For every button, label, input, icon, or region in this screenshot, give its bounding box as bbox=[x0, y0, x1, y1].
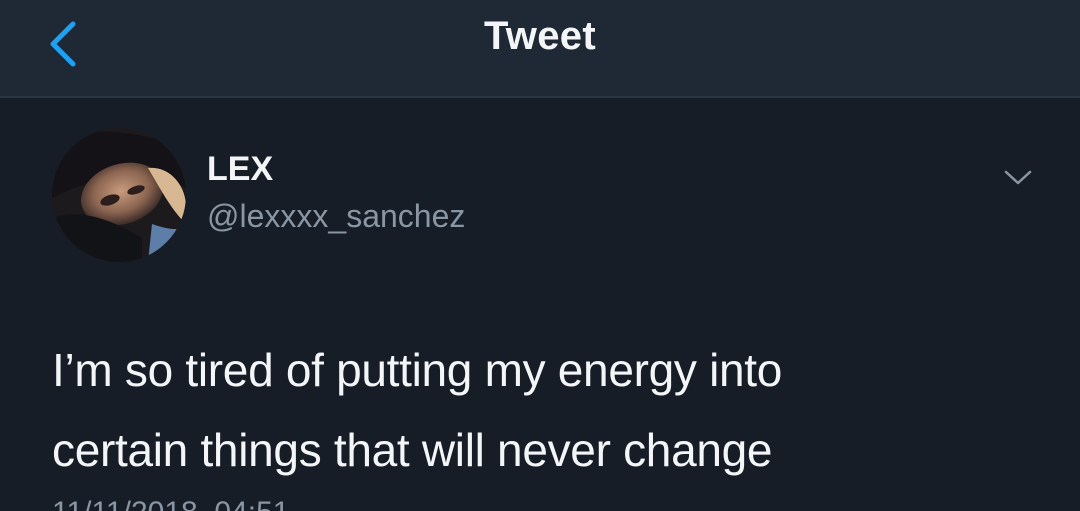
tweet-menu-button[interactable] bbox=[994, 160, 1042, 196]
top-navigation-bar: Tweet bbox=[0, 0, 1080, 98]
tweet-detail-screen: Tweet LEX @lexxxx_sanchez I’m so tired o… bbox=[0, 0, 1080, 511]
author-name[interactable]: LEX bbox=[207, 150, 273, 189]
tweet-timestamp: 11/11/2018, 04:51 bbox=[52, 496, 289, 511]
tweet-text-line: certain things that will never change bbox=[52, 424, 773, 476]
tweet-text: I’m so tired of putting my energy into c… bbox=[52, 330, 1042, 490]
chevron-down-icon bbox=[1004, 170, 1032, 185]
author-handle[interactable]: @lexxxx_sanchez bbox=[207, 198, 465, 235]
tweet-text-line: I’m so tired of putting my energy into bbox=[52, 344, 783, 396]
avatar[interactable] bbox=[52, 128, 186, 262]
tweet-card: LEX @lexxxx_sanchez I’m so tired of putt… bbox=[0, 98, 1080, 511]
page-title: Tweet bbox=[484, 14, 596, 58]
profile-photo bbox=[52, 128, 186, 262]
